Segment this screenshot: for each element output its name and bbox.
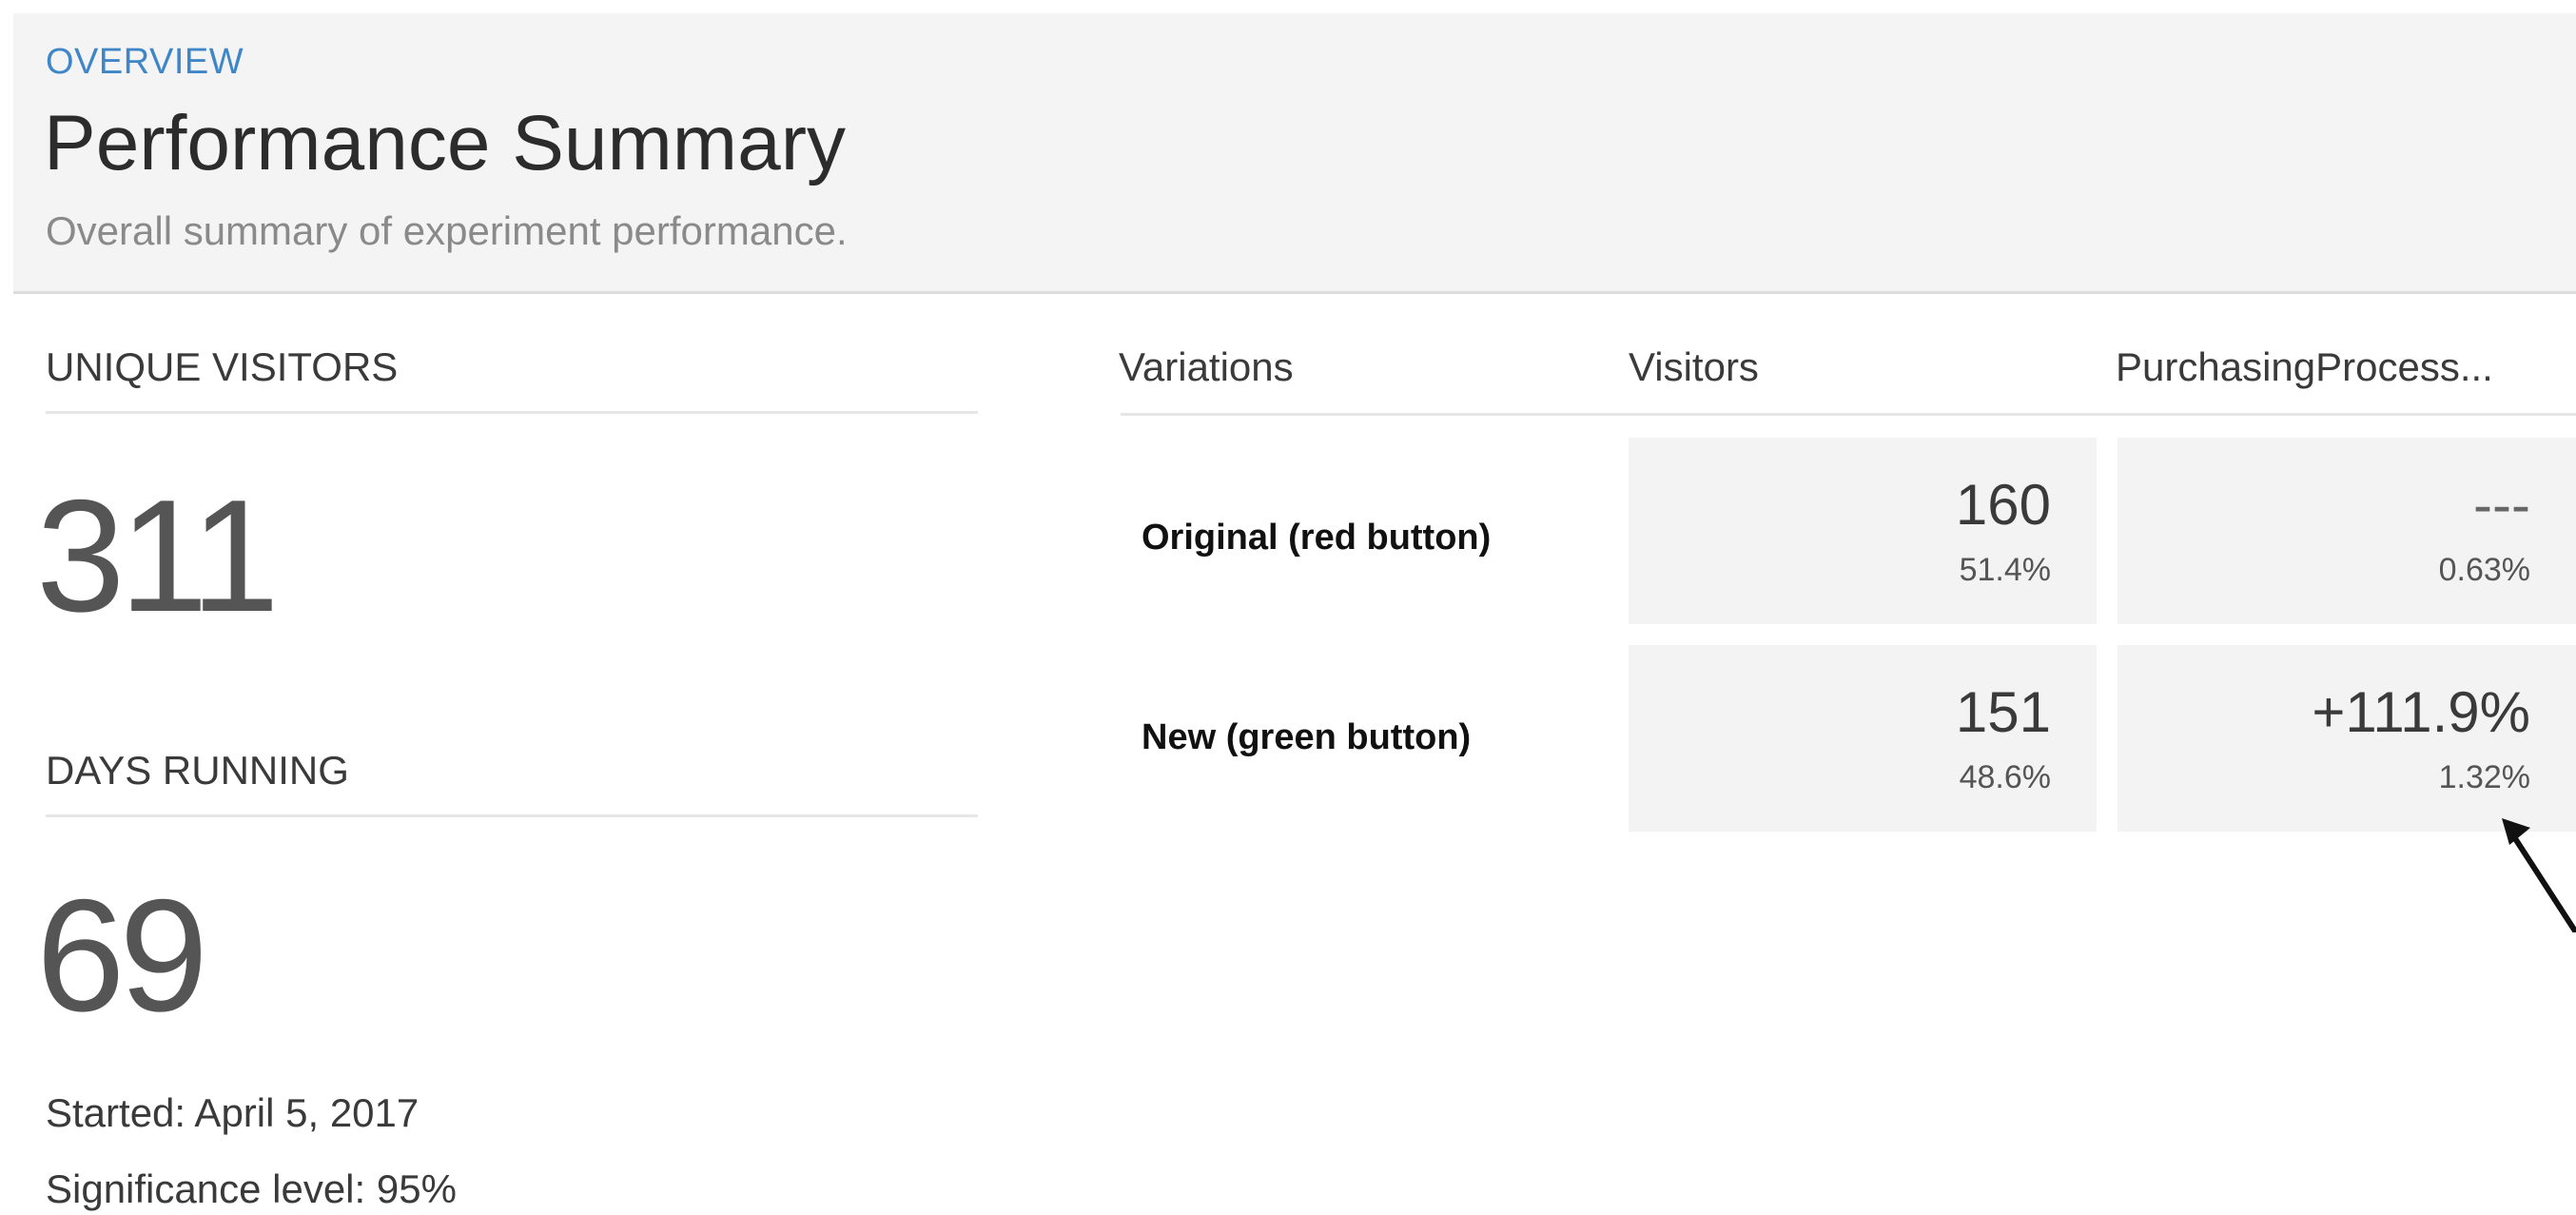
goal-cell-original: --- 0.63% [2117,438,2576,624]
page-subtitle: Overall summary of experiment performanc… [46,208,848,253]
overview-breadcrumb[interactable]: OVERVIEW [46,42,244,83]
goal-conversion-rate: 1.32% [2438,759,2530,795]
days-running-value: 69 [36,866,208,1045]
column-header-goal[interactable]: PurchasingProcess... [2116,344,2493,390]
unique-visitors-value: 311 [36,466,280,645]
started-date: Started: April 5, 2017 [46,1090,420,1135]
goal-improvement: +111.9% [2312,680,2530,744]
visitors-percent: 48.6% [1959,759,2051,795]
visitors-count: 151 [1955,680,2051,744]
page-header: OVERVIEW Performance Summary Overall sum… [13,13,2576,294]
days-running-label: DAYS RUNNING [46,748,978,817]
variation-name-original: Original (red button) [1142,518,1492,558]
visitors-count: 160 [1955,473,2051,537]
goal-improvement: --- [2473,473,2530,537]
visitors-cell-original: 160 51.4% [1629,438,2097,624]
goal-conversion-rate: 0.63% [2438,552,2530,588]
table-header-divider [1121,413,2576,416]
page-title: Performance Summary [44,100,847,186]
arrow-up-left-icon [2502,818,2576,932]
variation-name-new: New (green button) [1142,717,1472,757]
significance-level: Significance level: 95% [46,1166,457,1211]
unique-visitors-label: UNIQUE VISITORS [46,344,978,414]
visitors-cell-new: 151 48.6% [1629,645,2097,832]
goal-cell-new: +111.9% 1.32% [2117,645,2576,832]
visitors-percent: 51.4% [1959,552,2051,588]
column-header-variations[interactable]: Variations [1119,344,1294,390]
column-header-visitors[interactable]: Visitors [1629,344,1759,390]
